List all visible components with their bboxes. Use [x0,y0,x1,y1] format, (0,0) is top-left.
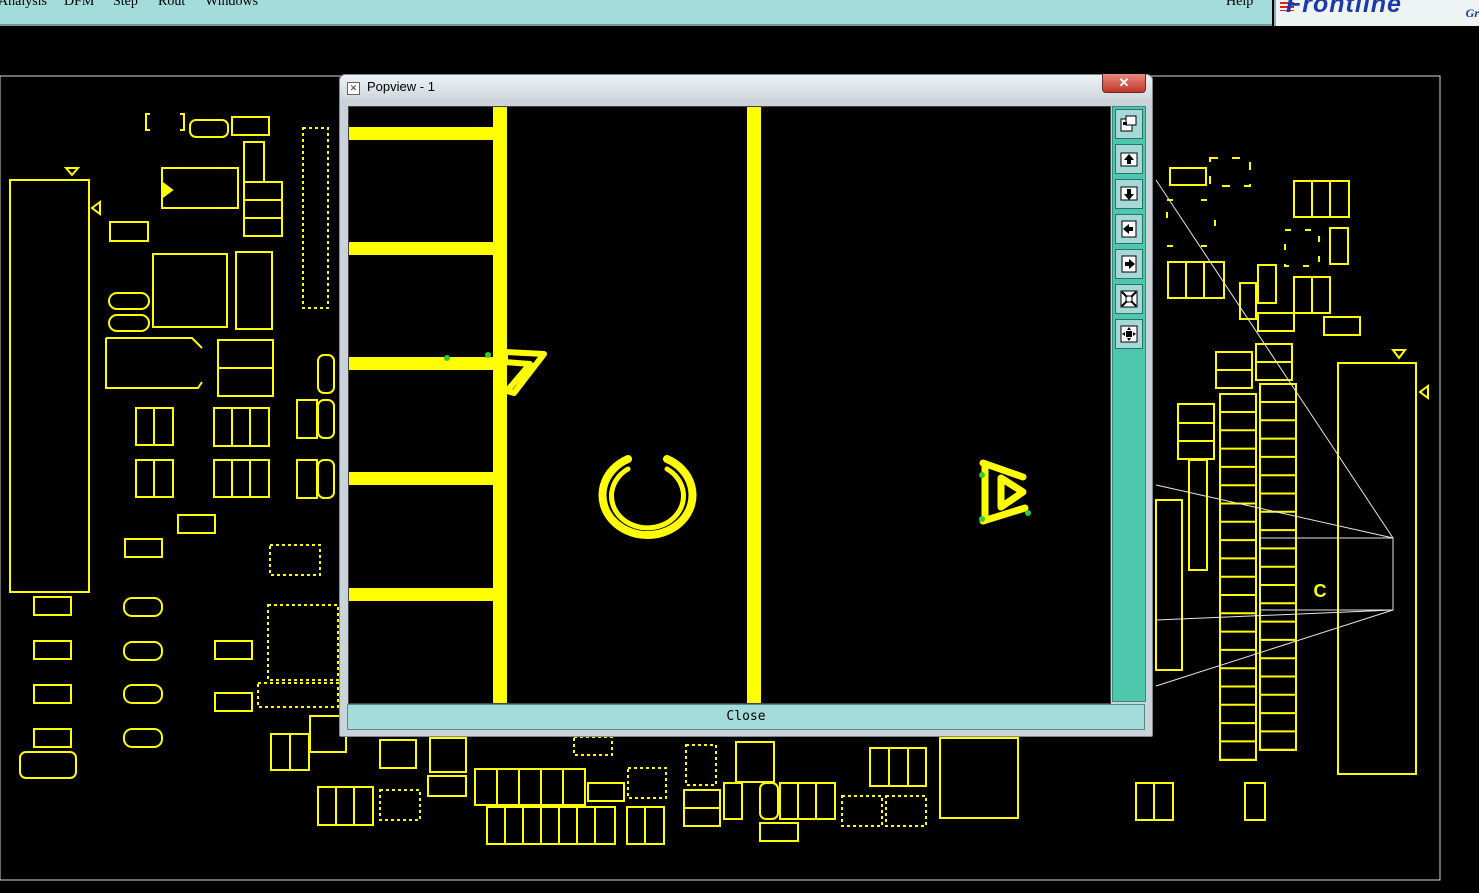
pan-left-icon [1121,220,1137,238]
menu-dfm[interactable]: DFM [64,0,94,10]
popview-titlebar[interactable]: ✕ Popview - 1 ✕ [340,74,1152,99]
window-app-icon: ✕ [347,82,360,95]
popview-close-button[interactable]: Close [347,704,1145,730]
frontline-logo: Frontline [1286,0,1402,18]
menu-step[interactable]: Step [113,0,138,10]
menubar: Analysis DFM Step Rout Windows Help [0,0,1272,26]
menu-help[interactable]: Help [1226,0,1253,10]
layer-down-button[interactable] [1115,179,1143,209]
zoom-center-icon [1120,325,1138,343]
popview-window: ✕ Popview - 1 ✕ Close [339,74,1153,737]
window-restore-icon [1120,115,1137,132]
zoom-fit-button[interactable] [1115,284,1143,314]
menu-rout[interactable]: Rout [158,0,185,10]
logo-area: Frontline Gr [1274,0,1479,26]
layer-down-icon [1120,186,1138,201]
pan-right-button[interactable] [1115,249,1143,279]
menu-windows[interactable]: Windows [205,0,258,10]
layer-up-button[interactable] [1115,144,1143,174]
pan-right-icon [1121,255,1137,273]
popview-zoom-canvas[interactable] [348,106,1111,704]
zoom-center-button[interactable] [1115,319,1143,349]
window-restore-button[interactable] [1115,109,1143,139]
menu-analysis[interactable]: Analysis [0,0,47,10]
logo-secondary-text: Gr [1465,6,1479,20]
layer-up-icon [1120,152,1138,167]
window-close-button[interactable]: ✕ [1102,74,1146,93]
popview-title: Popview - 1 [367,79,435,94]
zoom-fit-icon [1120,290,1138,308]
popview-toolbar [1112,106,1146,702]
pan-left-button[interactable] [1115,214,1143,244]
pcb-refdes-c: C [1314,581,1327,601]
